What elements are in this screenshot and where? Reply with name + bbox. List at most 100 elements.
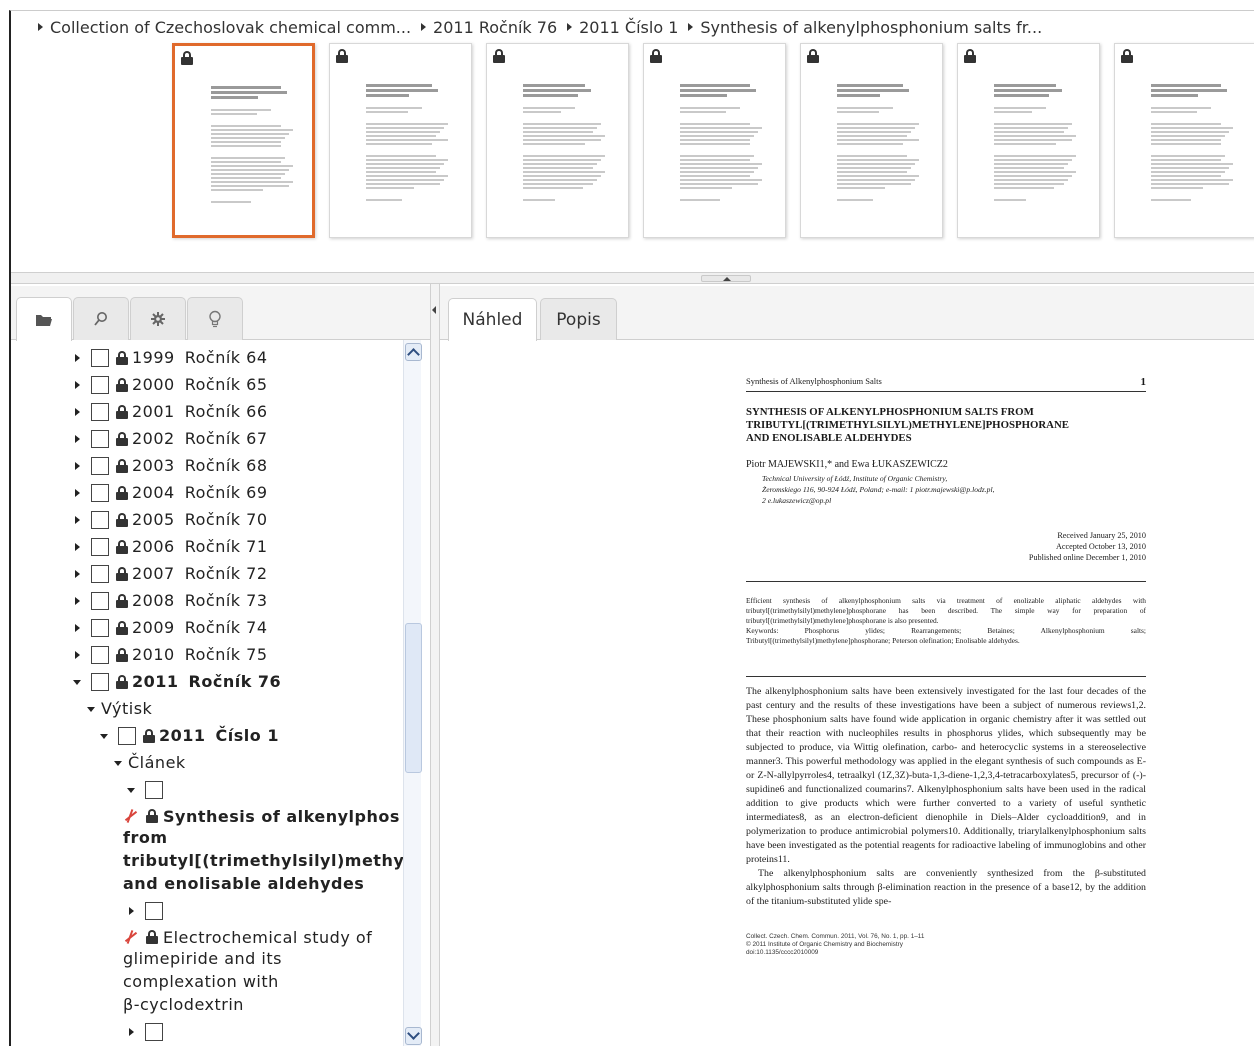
expand-arrow-icon[interactable] [71,405,85,419]
tree-node-volume-2009[interactable]: 2009 Ročník 74 [71,614,268,641]
checkbox[interactable] [91,564,109,583]
tab-preview[interactable]: Náhled [448,298,537,341]
tree-node-volume-2001[interactable]: 2001 Ročník 66 [71,398,268,425]
expand-arrow-icon[interactable] [71,594,85,608]
tree-node-issue[interactable]: 2011 Číslo 1 [98,722,279,749]
expand-arrow-icon[interactable] [125,1025,139,1039]
page-thumbnail[interactable] [1114,43,1254,238]
scroll-up-button[interactable] [405,343,422,361]
year-label: 2007 [132,564,175,583]
lock-icon [116,404,128,419]
chevron-right-icon [38,23,43,31]
collapse-arrow-icon[interactable] [125,783,139,797]
tree-node-volume-2000[interactable]: 2000 Ročník 65 [71,371,268,398]
expand-arrow-icon[interactable] [71,459,85,473]
tree-node-volume-2011[interactable]: 2011 Ročník 76 [71,668,281,695]
tree-node-volume-2008[interactable]: 2008 Ročník 73 [71,587,268,614]
checkbox[interactable] [145,1022,163,1041]
page-thumbnail[interactable] [172,43,315,238]
tree-node-volume-2004[interactable]: 2004 Ročník 69 [71,479,268,506]
tree-node-volume-2003[interactable]: 2003 Ročník 68 [71,452,268,479]
tree-node-volume-2002[interactable]: 2002 Ročník 67 [71,425,268,452]
pdf-icon [123,808,139,824]
tree-node-article-toggle[interactable] [125,1018,170,1045]
expand-arrow-icon[interactable] [71,621,85,635]
checkbox[interactable] [91,483,109,502]
breadcrumb-item-article[interactable]: Synthesis of alkenylphosphonium salts fr… [686,18,1042,37]
collapse-arrow-icon[interactable] [98,729,112,743]
tree-node-clanek[interactable]: Článek [112,749,186,776]
tree-node-vytisk[interactable]: Výtisk [85,695,152,722]
checkbox[interactable] [91,402,109,421]
checkbox[interactable] [145,901,163,920]
expand-arrow-icon[interactable] [71,432,85,446]
expand-arrow-icon[interactable] [71,567,85,581]
breadcrumb-item-collection[interactable]: Collection of Czechoslovak chemical comm… [36,18,411,37]
tree-scrollbar[interactable] [403,340,422,1046]
checkbox[interactable] [91,591,109,610]
tree-node-volume-2005[interactable]: 2005 Ročník 70 [71,506,268,533]
checkbox[interactable] [91,510,109,529]
checkbox[interactable] [91,348,109,367]
tab-search[interactable] [73,297,129,340]
checkbox[interactable] [91,672,109,691]
node-label: Ročník 71 [184,537,268,556]
vertical-splitter[interactable] [430,284,440,1046]
node-label: Ročník 70 [184,510,268,529]
lock-icon [116,458,128,473]
horizontal-splitter[interactable] [11,272,1254,284]
breadcrumb-item-volume[interactable]: 2011 Ročník 76 [419,18,557,37]
thumbnail-page-lines [837,84,919,203]
checkbox[interactable] [118,726,136,745]
page-thumbnail[interactable] [643,43,786,238]
tree-node-volume-1999[interactable]: 1999 Ročník 64 [71,344,268,371]
page-thumbnail[interactable] [957,43,1100,238]
lock-icon [116,377,128,392]
breadcrumb-item-issue[interactable]: 2011 Číslo 1 [565,18,678,37]
checkbox[interactable] [91,537,109,556]
node-label: Ročník 68 [184,456,268,475]
expand-arrow-icon[interactable] [71,540,85,554]
collapse-arrow-icon[interactable] [71,675,85,689]
node-label: Ročník 67 [184,429,268,448]
expand-arrow-icon[interactable] [71,648,85,662]
checkbox[interactable] [145,780,163,799]
year-label: 2000 [132,375,175,394]
article-title-link[interactable]: Electrochemical study of [123,926,372,949]
expand-arrow-icon[interactable] [71,513,85,527]
page-thumbnail[interactable] [800,43,943,238]
tree-node-article-toggle[interactable] [125,776,170,803]
breadcrumb-label: Collection of Czechoslovak chemical comm… [50,17,412,37]
tree-node-volume-2006[interactable]: 2006 Ročník 71 [71,533,268,560]
tree-node-article-toggle[interactable] [125,897,170,924]
article-title-line: glimepiride and its [123,947,282,970]
checkbox[interactable] [91,618,109,637]
collapse-arrow-icon[interactable] [112,756,126,770]
expand-arrow-icon[interactable] [71,378,85,392]
tab-tips[interactable] [187,297,243,340]
lock-icon [964,49,976,63]
collapse-up-icon[interactable] [701,275,751,282]
checkbox[interactable] [91,429,109,448]
tab-settings[interactable] [130,297,186,340]
lock-icon [116,566,128,581]
scrollbar-thumb[interactable] [405,623,422,773]
checkbox[interactable] [91,375,109,394]
checkbox[interactable] [91,645,109,664]
expand-arrow-icon[interactable] [71,486,85,500]
expand-arrow-icon[interactable] [125,904,139,918]
year-label: 2002 [132,429,175,448]
checkbox[interactable] [91,456,109,475]
tree-node-volume-2007[interactable]: 2007 Ročník 72 [71,560,268,587]
tab-label: Popis [556,309,601,330]
page-thumbnail[interactable] [329,43,472,238]
tab-description[interactable]: Popis [540,298,617,340]
page-thumbnail[interactable] [486,43,629,238]
expand-arrow-icon[interactable] [71,351,85,365]
article-title-link[interactable]: Synthesis of alkenylphos [123,805,400,828]
scroll-down-button[interactable] [405,1027,422,1045]
collapse-arrow-icon[interactable] [85,702,99,716]
year-label: 2009 [132,618,175,637]
tree-node-volume-2010[interactable]: 2010 Ročník 75 [71,641,268,668]
tab-structure[interactable] [16,297,72,341]
